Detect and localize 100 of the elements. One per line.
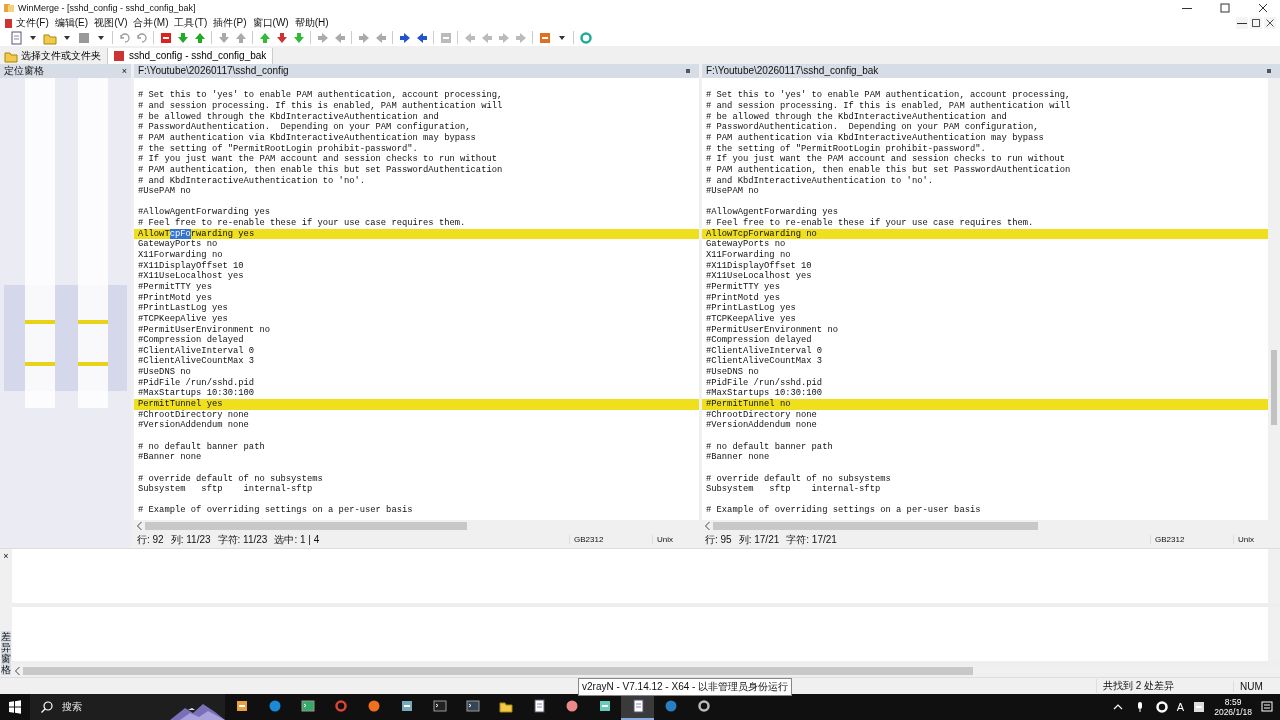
- code-line: #PidFile /run/sshd.pid: [705, 377, 824, 389]
- code-line: #PrintLastLog yes: [705, 303, 797, 314]
- line-ending-label: Unix: [1233, 535, 1280, 545]
- code-line: #UseDNS no: [137, 367, 192, 378]
- code-line: #PrintMotd yes: [137, 292, 213, 303]
- file-path: F:\Youtube\20260117\sshd_config: [138, 65, 289, 77]
- code-line: # PAM authentication via KbdInteractiveAuthentication may bypass: [137, 133, 477, 144]
- file-path: F:\Youtube\20260117\sshd_config_bak: [706, 65, 879, 77]
- status-text: 字符: 11/23: [217, 532, 268, 547]
- code-line: # be allowed through the KbdInteractiveAuthentication and: [705, 111, 1008, 122]
- code-line: # Set this to 'yes' to enable PAM authentication, account processing,: [137, 90, 504, 101]
- code-line: #AllowAgentForwarding yes: [705, 207, 839, 218]
- code-line: # PasswordAuthentication. Depending on your PAM configuration,: [705, 122, 1040, 133]
- code-line: #PermitTTY yes: [705, 281, 781, 293]
- code-line: #TCPKeepAlive yes: [705, 313, 797, 325]
- pane-title: 定位窗格: [4, 63, 44, 78]
- menu-item[interactable]: 工具(T): [171, 16, 211, 30]
- close-button[interactable]: ×: [121, 65, 127, 76]
- code-line: Subsystem sftp internal-sftp: [705, 484, 882, 495]
- status-text: 列: 11/23: [170, 532, 211, 547]
- status-text: 选中: 1 | 4: [274, 532, 320, 547]
- status-message: 共找到 2 处差异: [1096, 679, 1233, 694]
- close-button[interactable]: ×: [3, 550, 9, 561]
- status-text: 字符: 17/21: [786, 532, 837, 547]
- code-line: #ClientAliveCountMax 3: [705, 356, 824, 368]
- code-line: GatewayPorts no: [705, 239, 787, 250]
- code-line: # Example of overriding settings on a per-user basis: [705, 505, 982, 517]
- code-line: #MaxStartups 10:30:100: [137, 388, 256, 399]
- code-line: # and session processing. If this is enabled, PAM authentication will: [705, 101, 1072, 112]
- window-title: WinMerge - [sshd_config - sshd_config_bak]: [18, 3, 197, 13]
- encoding-label: GB2312: [569, 535, 652, 545]
- code-line: #Banner none: [705, 452, 771, 463]
- code-line: #UsePAM no: [137, 186, 192, 197]
- code-line: #PrintLastLog yes: [137, 303, 229, 314]
- code-line: Subsystem sftp internal-sftp: [137, 484, 314, 495]
- code-line: #PermitUserEnvironment no: [137, 324, 271, 335]
- code-line: # PAM authentication via KbdInteractiveAuthentication may bypass: [705, 133, 1045, 144]
- code-line: #VersionAddendum none: [705, 420, 818, 431]
- code-line: #PermitUserEnvironment no: [705, 324, 839, 335]
- code-line: # override default of no subsystems: [705, 473, 892, 484]
- code-line: # the setting of "PermitRootLogin prohibit-password".: [137, 143, 419, 154]
- status-text: 行: 92: [137, 532, 164, 547]
- code-line: #ClientAliveCountMax 3: [137, 356, 256, 368]
- code-line: # no default banner path: [137, 441, 266, 453]
- menu-item[interactable]: 插件(P): [210, 16, 250, 30]
- tooltip: v2rayN - V7.14.12 - X64 - 以非管理员身份运行: [578, 678, 793, 696]
- code-line: #VersionAddendum none: [137, 420, 250, 431]
- code-line: # PAM authentication, then enable this but set PasswordAuthentication: [137, 164, 504, 176]
- code-line: # If you just want the PAM account and session checks to run without: [137, 154, 498, 165]
- code-line: #X11UseLocalhost yes: [705, 271, 813, 282]
- pane-title: 差异窗格: [1, 631, 11, 676]
- line-ending-label: Unix: [652, 535, 699, 545]
- code-line: #AllowAgentForwarding yes: [137, 207, 271, 218]
- code-line: #X11UseLocalhost yes: [137, 271, 245, 282]
- code-line: X11Forwarding no: [705, 250, 792, 261]
- code-line: # Feel free to re-enable these if your use case requires them.: [705, 218, 1035, 229]
- code-line: # Example of overriding settings on a per-user basis: [137, 505, 414, 517]
- code-line: #Compression delayed: [137, 335, 245, 346]
- code-line: #X11DisplayOffset 10: [137, 260, 245, 271]
- code-line: #TCPKeepAlive yes: [137, 313, 229, 325]
- code-line: # be allowed through the KbdInteractiveAuthentication and: [137, 111, 440, 122]
- code-line: #PidFile /run/sshd.pid: [137, 377, 256, 389]
- code-line: # If you just want the PAM account and session checks to run without: [705, 154, 1066, 165]
- menu-item[interactable]: 视图(V): [91, 16, 131, 30]
- input-method-indicator[interactable]: A: [1176, 701, 1185, 713]
- code-line: # PasswordAuthentication. Depending on your PAM configuration,: [137, 122, 472, 133]
- code-line: # PAM authentication, then enable this but set PasswordAuthentication: [705, 164, 1072, 176]
- menu-item[interactable]: 合并(M): [130, 16, 172, 30]
- code-line: #ClientAliveInterval 0: [137, 345, 256, 356]
- code-line: #ClientAliveInterval 0: [705, 345, 824, 356]
- code-line: # and KbdInteractiveAuthentication to 'no'.: [705, 175, 934, 187]
- code-line: X11Forwarding no: [137, 250, 224, 261]
- code-line: #MaxStartups 10:30:100: [705, 388, 824, 399]
- code-line: # Set this to 'yes' to enable PAM authentication, account processing,: [705, 90, 1072, 101]
- code-line: #Banner none: [137, 452, 203, 463]
- code-line: #X11DisplayOffset 10: [705, 260, 813, 271]
- menu-item[interactable]: 窗口(W): [249, 16, 292, 30]
- code-line: # the setting of "PermitRootLogin prohibit-password".: [705, 143, 987, 154]
- status-text: 行: 95: [705, 532, 732, 547]
- code-line: #ChrootDirectory none: [137, 409, 250, 420]
- menu-item[interactable]: 文件(F): [13, 16, 52, 30]
- code-line: #UsePAM no: [705, 186, 760, 197]
- code-line: # override default of no subsystems: [137, 473, 324, 484]
- num-lock-indicator: NUM: [1233, 680, 1280, 692]
- code-line: #ChrootDirectory none: [705, 409, 818, 420]
- code-line: # Feel free to re-enable these if your use case requires them.: [137, 218, 467, 229]
- code-line: #PermitTTY yes: [137, 281, 213, 293]
- code-line: GatewayPorts no: [137, 239, 219, 250]
- code-line: # and session processing. If this is enabled, PAM authentication will: [137, 101, 504, 112]
- code-line: #Compression delayed: [705, 335, 813, 346]
- code-line: # and KbdInteractiveAuthentication to 'no'.: [137, 175, 366, 187]
- menu-item[interactable]: 编辑(E): [51, 16, 92, 30]
- menu-item[interactable]: 帮助(H): [291, 16, 332, 30]
- code-line: # no default banner path: [705, 441, 834, 453]
- code-line: #UseDNS no: [705, 367, 760, 378]
- status-text: 列: 17/21: [738, 532, 780, 547]
- code-line: #PrintMotd yes: [705, 292, 781, 303]
- search-field[interactable]: 搜索: [30, 694, 225, 720]
- clock[interactable]: 8:59 2026/1/18: [1214, 696, 1252, 718]
- encoding-label: GB2312: [1150, 535, 1233, 545]
